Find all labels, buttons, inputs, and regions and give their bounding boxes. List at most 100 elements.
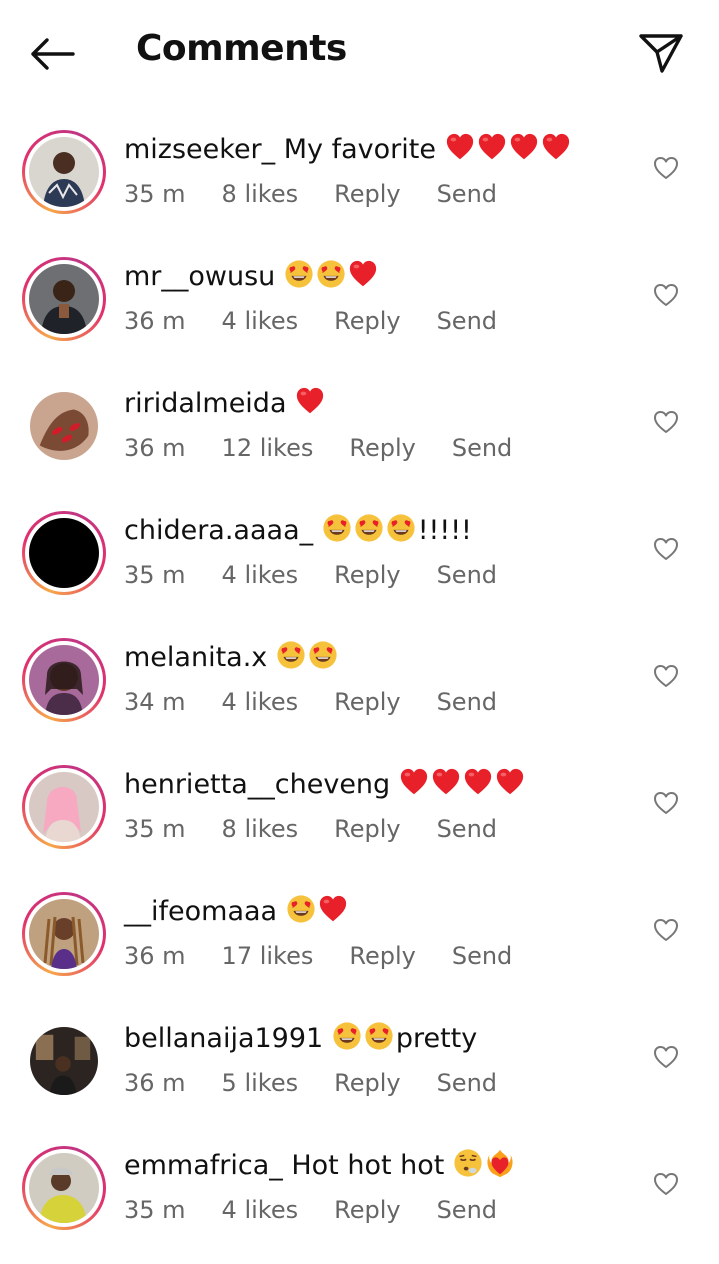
avatar-button[interactable]: [22, 1146, 106, 1230]
like-button[interactable]: [652, 789, 680, 817]
like-button[interactable]: [652, 662, 680, 690]
comment-like-count[interactable]: 4 likes: [222, 1196, 299, 1224]
comment-like-count[interactable]: 8 likes: [222, 815, 299, 843]
heart-outline-icon: [654, 919, 678, 941]
reply-button[interactable]: Reply: [334, 180, 400, 208]
like-button[interactable]: [652, 1043, 680, 1071]
comment-username[interactable]: melanita.x: [124, 642, 267, 673]
face-exhaling-emoji-icon: [453, 1148, 483, 1178]
comment-timestamp: 36 m: [124, 434, 186, 462]
comment-body: chidera.aaaa_ !!!!!: [124, 513, 472, 546]
avatar: [29, 1153, 99, 1223]
comment-body: mizseeker_ My favorite: [124, 132, 573, 165]
heart-emoji-icon: [477, 132, 507, 162]
comment-text: My favorite: [283, 134, 436, 165]
comment-timestamp: 34 m: [124, 688, 186, 716]
heart-on-fire-emoji-icon: [485, 1148, 515, 1178]
comment-username[interactable]: emmafrica_: [124, 1150, 283, 1181]
send-button[interactable]: Send: [437, 561, 497, 589]
comment-row: bellanaija1991 pretty 36 m 5 likes Reply Sen…: [0, 993, 719, 1120]
comment-timestamp: 35 m: [124, 180, 186, 208]
comment-meta: 36 m 12 likes Reply Send: [124, 434, 548, 462]
comment-timestamp: 35 m: [124, 815, 186, 843]
comment-username[interactable]: mr__owusu: [124, 261, 275, 292]
reply-button[interactable]: Reply: [334, 815, 400, 843]
heart-eyes-emoji-icon: [386, 513, 416, 543]
reply-button[interactable]: Reply: [349, 434, 415, 462]
like-button[interactable]: [652, 535, 680, 563]
comment-like-count[interactable]: 8 likes: [222, 180, 299, 208]
heart-emoji-icon: [399, 767, 429, 797]
comment-body: melanita.x: [124, 640, 340, 673]
comment-username[interactable]: riridalmeida: [124, 388, 287, 419]
comment-username[interactable]: mizseeker_: [124, 134, 275, 165]
heart-outline-icon: [654, 792, 678, 814]
comment-row: melanita.x 34 m 4 likes Reply Send: [0, 612, 719, 739]
like-button[interactable]: [652, 916, 680, 944]
comment-like-count[interactable]: 5 likes: [222, 1069, 299, 1097]
heart-eyes-emoji-icon: [276, 640, 306, 670]
send-button[interactable]: Send: [437, 688, 497, 716]
comment-username[interactable]: henrietta__cheveng: [124, 769, 390, 800]
comment-meta: 35 m 8 likes Reply Send: [124, 815, 533, 843]
share-button[interactable]: [634, 28, 688, 78]
send-button[interactable]: Send: [437, 1069, 497, 1097]
avatar-button[interactable]: [22, 257, 106, 341]
paper-plane-icon: [639, 34, 683, 73]
avatar-button[interactable]: [22, 511, 106, 595]
back-button[interactable]: [26, 30, 78, 78]
comment-like-count[interactable]: 12 likes: [222, 434, 314, 462]
comment-meta: 35 m 8 likes Reply Send: [124, 180, 533, 208]
heart-emoji-icon: [495, 767, 525, 797]
reply-button[interactable]: Reply: [334, 307, 400, 335]
comment-like-count[interactable]: 17 likes: [222, 942, 314, 970]
reply-button[interactable]: Reply: [334, 688, 400, 716]
reply-button[interactable]: Reply: [334, 561, 400, 589]
comment-meta: 35 m 4 likes Reply Send: [124, 561, 533, 589]
comment-body: henrietta__cheveng: [124, 767, 527, 800]
comment-timestamp: 36 m: [124, 307, 186, 335]
reply-button[interactable]: Reply: [334, 1196, 400, 1224]
comment-username[interactable]: chidera.aaaa_: [124, 515, 313, 546]
heart-outline-icon: [654, 1173, 678, 1195]
comment-body: riridalmeida: [124, 386, 327, 419]
heart-eyes-emoji-icon: [354, 513, 384, 543]
comment-username[interactable]: __ifeomaaa: [124, 896, 277, 927]
top-bar: Comments: [0, 0, 719, 104]
comment-like-count[interactable]: 4 likes: [222, 307, 299, 335]
avatar-button[interactable]: [22, 1019, 106, 1103]
reply-button[interactable]: Reply: [334, 1069, 400, 1097]
comment-timestamp: 35 m: [124, 561, 186, 589]
comment-meta: 36 m 17 likes Reply Send: [124, 942, 548, 970]
comment-like-count[interactable]: 4 likes: [222, 561, 299, 589]
reply-button[interactable]: Reply: [349, 942, 415, 970]
send-button[interactable]: Send: [452, 942, 512, 970]
comment-username[interactable]: bellanaija1991: [124, 1023, 323, 1054]
send-button[interactable]: Send: [437, 180, 497, 208]
like-button[interactable]: [652, 1170, 680, 1198]
comment-meta: 36 m 4 likes Reply Send: [124, 307, 533, 335]
heart-eyes-emoji-icon: [322, 513, 352, 543]
comment-row: riridalmeida 36 m 12 likes Reply Send: [0, 358, 719, 485]
avatar-button[interactable]: [22, 765, 106, 849]
heart-eyes-emoji-icon: [332, 1021, 362, 1051]
heart-outline-icon: [654, 411, 678, 433]
like-button[interactable]: [652, 281, 680, 309]
comment-row: mizseeker_ My favorite 35 m 8 likes Reply S…: [0, 104, 719, 231]
like-button[interactable]: [652, 154, 680, 182]
send-button[interactable]: Send: [452, 434, 512, 462]
heart-emoji-icon: [431, 767, 461, 797]
avatar-button[interactable]: [22, 130, 106, 214]
heart-emoji-icon: [541, 132, 571, 162]
comment-body: mr__owusu: [124, 259, 380, 292]
avatar-button[interactable]: [22, 892, 106, 976]
avatar-button[interactable]: [22, 384, 106, 468]
comment-row: __ifeomaaa 36 m 17 likes Reply Send: [0, 866, 719, 993]
send-button[interactable]: Send: [437, 307, 497, 335]
avatar-button[interactable]: [22, 638, 106, 722]
heart-eyes-emoji-icon: [364, 1021, 394, 1051]
send-button[interactable]: Send: [437, 1196, 497, 1224]
like-button[interactable]: [652, 408, 680, 436]
send-button[interactable]: Send: [437, 815, 497, 843]
comment-like-count[interactable]: 4 likes: [222, 688, 299, 716]
